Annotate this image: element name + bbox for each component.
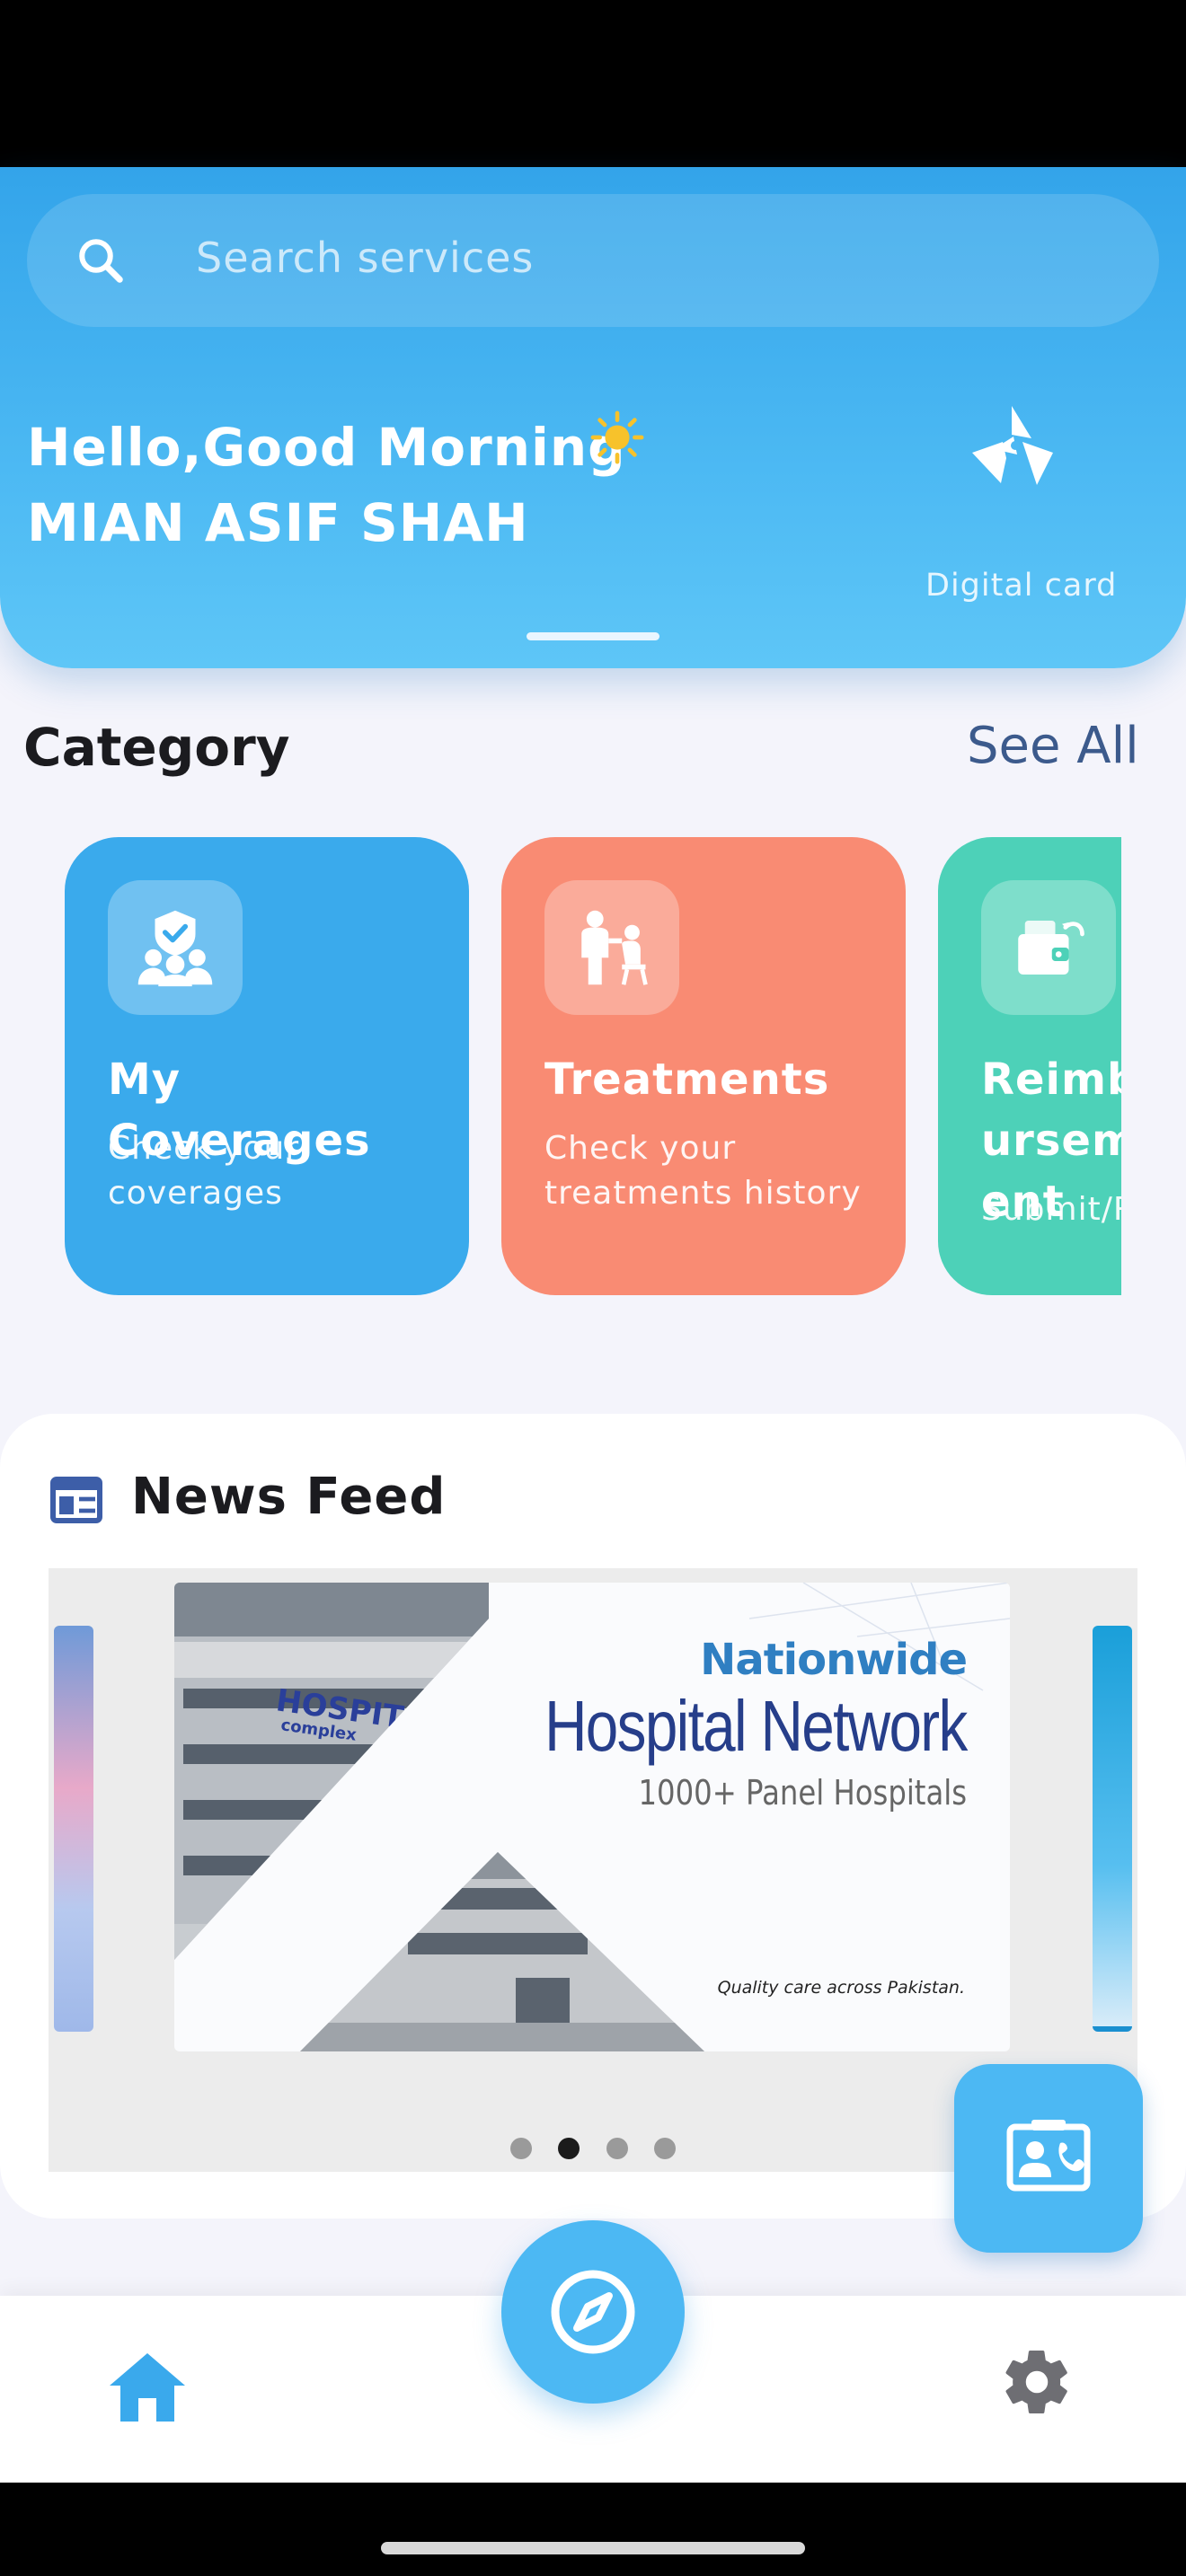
news-feed-title: News Feed bbox=[131, 1468, 447, 1526]
category-card-treatments[interactable]: Treatments Check your treatments history bbox=[501, 837, 906, 1295]
user-name: MIAN ASIF SHAH bbox=[27, 492, 529, 553]
banner-heading: Nationwide bbox=[700, 1635, 968, 1685]
header: Search services Hello,Good Morning MIAN … bbox=[0, 167, 1186, 668]
banner-tagline: Quality care across Pakistan. bbox=[717, 1978, 965, 1998]
see-all-link[interactable]: See All bbox=[967, 717, 1139, 775]
explore-button[interactable] bbox=[501, 2220, 685, 2404]
greeting: Hello,Good Morning MIAN ASIF SHAH bbox=[27, 410, 626, 560]
drag-handle[interactable] bbox=[527, 632, 659, 640]
category-card-coverages[interactable]: My Coverages Check your coverages bbox=[65, 837, 469, 1295]
home-indicator[interactable] bbox=[381, 2542, 805, 2554]
gear-icon[interactable] bbox=[999, 2344, 1075, 2420]
home-icon[interactable] bbox=[106, 2350, 189, 2425]
card-subtitle: Check your coverages bbox=[108, 1130, 300, 1212]
contact-card-icon bbox=[1006, 2120, 1091, 2192]
card-subtitle: Check your treatments history bbox=[544, 1130, 862, 1212]
carousel-dot[interactable] bbox=[510, 2138, 533, 2159]
category-title: Category bbox=[23, 717, 290, 778]
search-input[interactable]: Search services bbox=[196, 234, 534, 282]
card-title: Treatments bbox=[544, 1054, 830, 1105]
news-slide-next[interactable] bbox=[1093, 1626, 1132, 2032]
contact-card-button[interactable] bbox=[954, 2064, 1143, 2253]
wallet-icon bbox=[981, 880, 1116, 1015]
carousel-dot-active[interactable] bbox=[558, 2138, 580, 2159]
greeting-text: Hello,Good Morning bbox=[27, 417, 626, 478]
search-icon bbox=[79, 239, 123, 283]
banner-subtitle: 1000+ Panel Hospitals bbox=[638, 1773, 967, 1813]
compass-icon bbox=[551, 2270, 635, 2354]
carousel-dot[interactable] bbox=[606, 2138, 628, 2159]
news-banner[interactable]: HOSPITAL complex Nationwide Hospital Net… bbox=[174, 1583, 1010, 2051]
coverage-shield-icon bbox=[108, 880, 243, 1015]
system-navigation-bar bbox=[0, 2483, 1186, 2576]
search-bar[interactable]: Search services bbox=[27, 194, 1159, 327]
digital-card-logo-icon[interactable] bbox=[967, 402, 1057, 492]
category-card-reimbursement[interactable]: Reimbursement Submit/Request claims bbox=[938, 837, 1121, 1295]
banner-title: Hospital Network bbox=[544, 1686, 968, 1766]
treatment-doctor-icon bbox=[544, 880, 679, 1015]
card-subtitle: Submit/Request claims bbox=[981, 1191, 1121, 1228]
status-bar bbox=[0, 0, 1186, 167]
news-icon bbox=[50, 1477, 102, 1523]
news-slide-previous[interactable] bbox=[54, 1626, 93, 2032]
sun-icon bbox=[590, 410, 644, 464]
category-carousel[interactable]: My Coverages Check your coverages Treatm… bbox=[65, 837, 1121, 1295]
carousel-dot[interactable] bbox=[653, 2138, 676, 2159]
digital-card-label[interactable]: Digital card bbox=[925, 568, 1117, 604]
